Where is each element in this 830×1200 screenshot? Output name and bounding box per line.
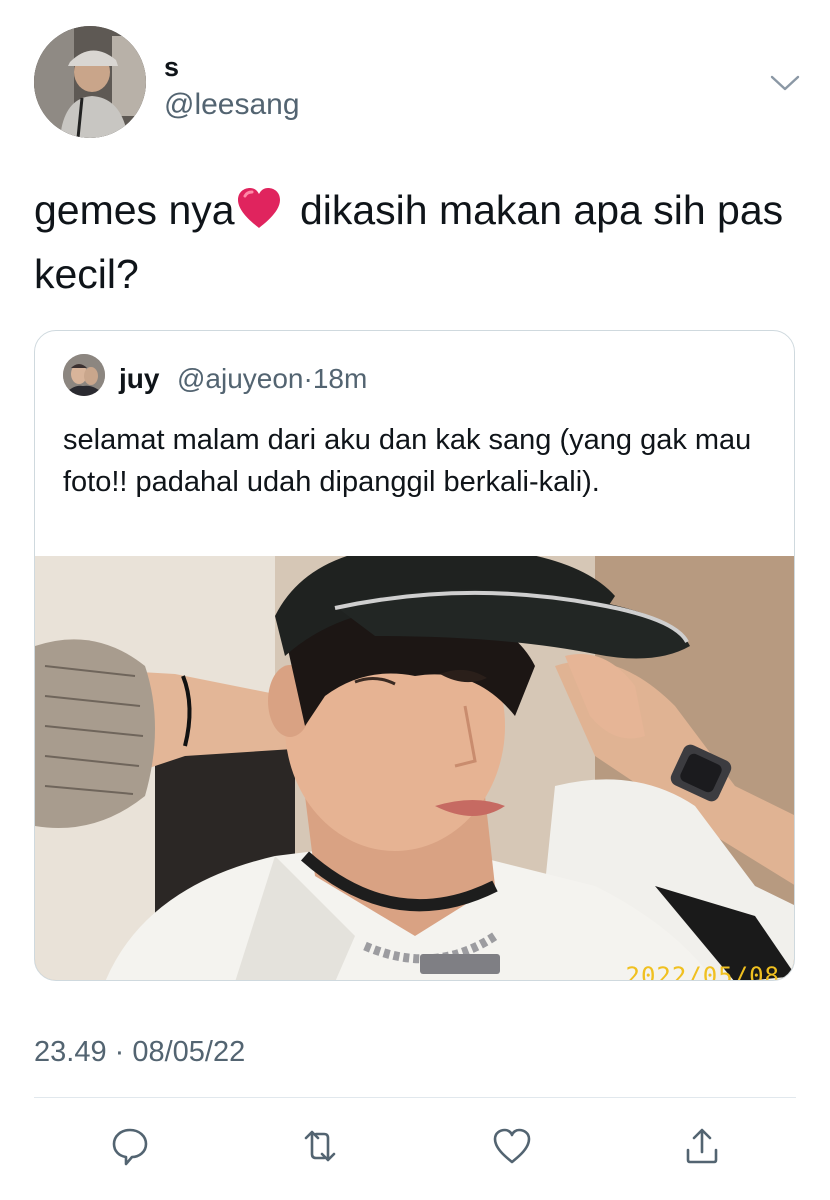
- author-avatar[interactable]: [34, 26, 146, 138]
- tweet-text: gemes nya dikasih makan apa sih pas keci…: [34, 178, 794, 306]
- quoted-meta: @ajuyeon·18m: [177, 363, 367, 395]
- tweet-text-part-1: gemes nya: [34, 187, 235, 233]
- quoted-tweet-photo[interactable]: 2022/05/08: [35, 556, 794, 981]
- author-display-name[interactable]: s: [164, 52, 179, 82]
- like-button[interactable]: [490, 1124, 534, 1168]
- quoted-time-ago: 18m: [312, 363, 368, 394]
- quoted-author-avatar: [63, 354, 105, 396]
- quoted-separator: ·: [303, 363, 313, 394]
- divider: [34, 1097, 796, 1098]
- heart-icon: [490, 1124, 534, 1168]
- author-handle[interactable]: @leesang: [164, 88, 300, 122]
- red-heart-emoji-icon: [235, 184, 283, 228]
- quoted-tweet-text: selamat malam dari aku dan kak sang (yan…: [63, 424, 752, 498]
- quoted-tweet-card[interactable]: juy @ajuyeon·18m selamat malam dari aku …: [34, 330, 795, 981]
- reply-icon: [108, 1124, 152, 1168]
- reply-button[interactable]: [108, 1124, 152, 1168]
- retweet-icon: [298, 1124, 342, 1168]
- photo-date-stamp: 2022/05/08: [625, 962, 780, 981]
- retweet-button[interactable]: [298, 1124, 342, 1168]
- tweet-timestamp[interactable]: 23.49 · 08/05/22: [34, 1034, 245, 1070]
- share-button[interactable]: [680, 1124, 724, 1168]
- quoted-display-name: juy: [119, 363, 160, 394]
- share-icon: [680, 1124, 724, 1168]
- chevron-down-icon[interactable]: [768, 70, 802, 96]
- quoted-handle: @ajuyeon: [177, 363, 304, 394]
